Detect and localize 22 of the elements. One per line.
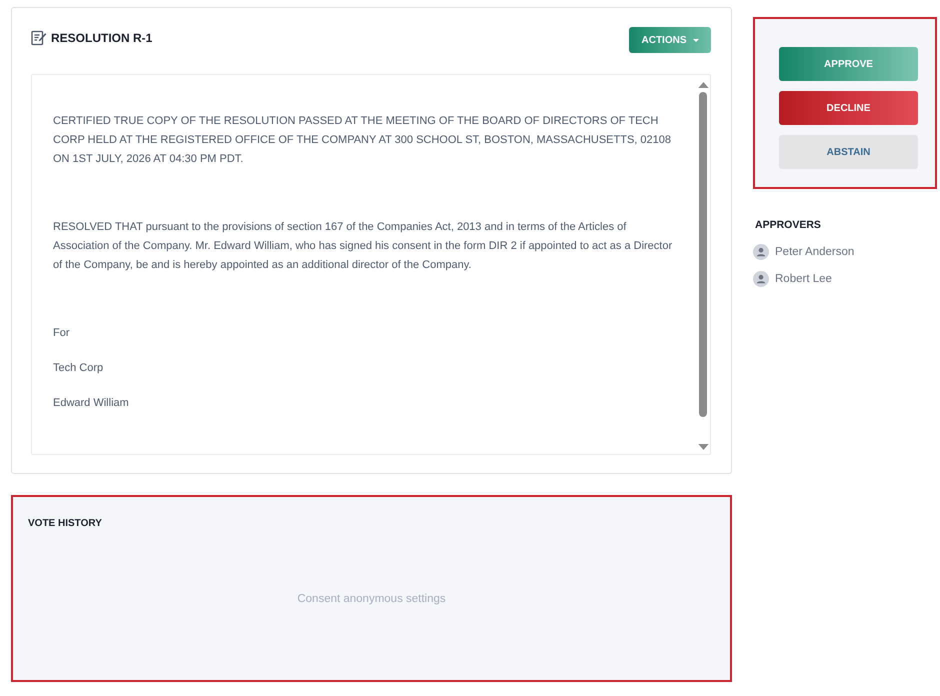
scrollbar-thumb[interactable]	[699, 92, 707, 417]
approvers-title: APPROVERS	[755, 219, 821, 231]
vote-history-title: VOTE HISTORY	[28, 518, 102, 529]
signature-line: Edward William	[53, 396, 130, 411]
resolution-paragraph: CERTIFIED TRUE COPY OF THE RESOLUTION PASSED AT THE MEETING OF THE BOARD OF DIRECTORS OF TECH CORP HELD AT THE REGISTERED OFFICE OF THE COMPANY AT 300 SCHOOL ST, BOSTON, MASSACHUSETTS, 02108 ON 1ST JULY, 2026 AT 04:30 PM PDT.	[53, 114, 672, 167]
scroll-up-icon[interactable]	[698, 82, 708, 88]
document-edit-icon	[31, 30, 47, 46]
approver-name: Peter Anderson	[775, 246, 854, 258]
approver-name: Robert Lee	[775, 272, 832, 284]
signature-line: Tech Corp	[53, 361, 104, 376]
resolution-title: RESOLUTION R-1	[51, 31, 152, 45]
approve-button[interactable]: APPROVE	[779, 47, 918, 81]
user-avatar-icon	[753, 244, 769, 260]
caret-icon	[692, 38, 698, 42]
actions-button[interactable]: ACTIONS	[629, 27, 711, 53]
user-avatar-icon	[753, 270, 769, 286]
signature-line: For	[53, 326, 70, 341]
resolution-paragraph: RESOLVED THAT pursuant to the provisions of section 167 of the Companies Act, 2013 and in terms of the Articles of Association of the Company. Mr. Edward William, who has signed his consent in the form DIR 2 if appointed to act as a Director of the Company, be and is hereby appointed as an additional director of the Company.	[53, 220, 674, 273]
decline-button[interactable]: DECLINE	[779, 91, 918, 125]
abstain-button[interactable]: ABSTAIN	[779, 135, 918, 169]
empty-message: Consent anonymous settings	[297, 592, 446, 604]
scroll-down-icon[interactable]	[698, 444, 708, 450]
